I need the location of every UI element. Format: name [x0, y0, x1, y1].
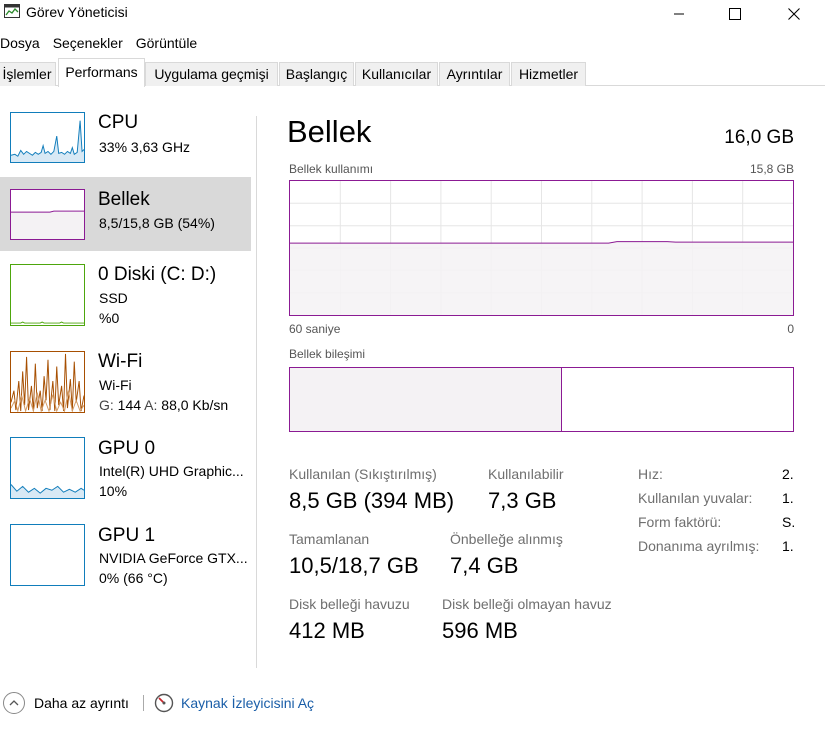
tab-startup[interactable]: Başlangıç	[279, 62, 354, 86]
gpu0-usage: 10%	[99, 483, 128, 499]
close-button[interactable]	[771, 0, 817, 28]
open-resource-monitor-link[interactable]: Kaynak İzleyicisini Aç	[181, 695, 314, 711]
memory-thumbnail-graph	[10, 189, 85, 240]
resource-monitor-icon	[154, 693, 174, 713]
memory-total: 16,0 GB	[724, 127, 794, 148]
maximize-button[interactable]	[712, 0, 758, 28]
cpu-thumbnail-graph	[10, 112, 85, 163]
sidebar-item-memory[interactable]: Bellek 8,5/15,8 GB (54%)	[0, 177, 251, 251]
in-use-value: 8,5 GB (394 MB)	[289, 488, 455, 513]
tab-users[interactable]: Kullanıcılar	[355, 62, 438, 86]
wifi-send-label: G:	[99, 397, 114, 413]
nonpaged-pool-label: Disk belleği olmayan havuz	[442, 596, 612, 612]
disk-title: 0 Diski (C: D:)	[98, 264, 217, 285]
usage-chart-time-left: 60 saniye	[289, 322, 341, 336]
disk-thumbnail-graph	[10, 264, 85, 326]
gpu0-title: GPU 0	[98, 438, 156, 459]
gpu1-usage: 0% (66 °C)	[99, 570, 168, 586]
slots-used-value: 1.	[782, 490, 794, 506]
sidebar-item-cpu[interactable]: CPU 33% 3,63 GHz	[0, 104, 251, 178]
memory-title: Bellek	[98, 189, 150, 210]
available-label: Kullanılabilir	[488, 466, 564, 482]
usage-chart-label: Bellek kullanımı	[289, 162, 374, 176]
sidebar-item-wifi[interactable]: Wi-Fi Wi-Fi G: 144 A: 88,0 Kb/sn	[0, 342, 251, 420]
footer-bar: Daha az ayrıntı Kaynak İzleyicisini Aç	[0, 688, 825, 718]
title-bar: Görev Yöneticisi	[0, 0, 825, 30]
page-title: Bellek	[287, 114, 372, 149]
gpu0-thumbnail-graph	[10, 437, 85, 499]
menu-bar: Dosya Seçenekler Görüntüle	[0, 32, 210, 54]
wifi-title: Wi-Fi	[98, 351, 143, 372]
sidebar-divider	[256, 116, 257, 668]
speed-value: 2.	[782, 466, 794, 482]
performance-sidebar: CPU 33% 3,63 GHz Bellek 8,5/15,8 GB (54%…	[0, 87, 256, 667]
wifi-send-value: 144	[117, 397, 142, 413]
slots-used-label: Kullanılan yuvalar:	[638, 490, 753, 506]
wifi-recv-label: A:	[144, 397, 158, 413]
composition-label: Bellek bileşimi	[289, 347, 366, 361]
wifi-adapter: Wi-Fi	[99, 377, 132, 393]
in-use-label: Kullanılan (Sıkıştırılmış)	[289, 466, 437, 482]
fewer-details-button[interactable]: Daha az ayrıntı	[34, 695, 129, 711]
tab-services[interactable]: Hizmetler	[511, 62, 586, 86]
memory-usage-area	[290, 241, 793, 315]
cached-value: 7,4 GB	[450, 553, 519, 578]
tab-performance[interactable]: Performans	[58, 58, 145, 87]
tab-processes[interactable]: İşlemler	[0, 62, 56, 86]
available-value: 7,3 GB	[488, 488, 557, 513]
menu-options[interactable]: Seçenekler	[53, 32, 123, 54]
minimize-icon	[674, 13, 684, 15]
composition-in-use-segment	[290, 368, 562, 431]
wifi-recv-value: 88,0 Kb/sn	[161, 397, 229, 413]
sidebar-item-disk[interactable]: 0 Diski (C: D:) SSD %0	[0, 254, 251, 332]
menu-file[interactable]: Dosya	[0, 32, 40, 54]
nonpaged-pool-value: 596 MB	[442, 618, 518, 643]
tab-strip: İşlemler Performans Uygulama geçmişi Baş…	[0, 58, 825, 87]
paged-pool-value: 412 MB	[289, 618, 365, 643]
tab-details[interactable]: Ayrıntılar	[439, 62, 510, 86]
sidebar-item-gpu0[interactable]: GPU 0 Intel(R) UHD Graphic... 10%	[0, 430, 251, 508]
memory-usage: 8,5/15,8 GB (54%)	[99, 215, 215, 231]
task-manager-icon	[4, 4, 20, 18]
memory-usage-plot	[290, 181, 793, 315]
committed-value: 10,5/18,7 GB	[289, 553, 419, 578]
usage-chart-time-right: 0	[787, 322, 794, 336]
memory-composition-bar	[289, 367, 794, 432]
hardware-reserved-value: 1.	[782, 538, 794, 554]
maximize-icon	[729, 8, 741, 20]
menu-view[interactable]: Görüntüle	[136, 32, 197, 54]
wifi-throughput: G: 144 A: 88,0 Kb/sn	[99, 397, 228, 413]
window-title: Görev Yöneticisi	[26, 4, 128, 20]
gpu0-model: Intel(R) UHD Graphic...	[99, 463, 244, 479]
gpu1-thumbnail-graph	[10, 524, 85, 586]
cpu-usage: 33% 3,63 GHz	[99, 139, 191, 155]
footer-separator	[143, 695, 144, 711]
chevron-up-icon[interactable]	[3, 692, 25, 714]
form-factor-label: Form faktörü:	[638, 514, 722, 530]
committed-label: Tamamlanan	[289, 531, 370, 547]
cpu-title: CPU	[98, 112, 139, 133]
disk-activity: %0	[99, 310, 120, 326]
tab-app-history[interactable]: Uygulama geçmişi	[145, 62, 278, 86]
gpu1-title: GPU 1	[98, 525, 156, 546]
memory-usage-chart	[289, 180, 794, 316]
sidebar-item-gpu1[interactable]: GPU 1 NVIDIA GeForce GTX... 0% (66 °C)	[0, 517, 251, 595]
close-icon	[788, 8, 800, 20]
hardware-reserved-label: Donanıma ayrılmış:	[638, 538, 760, 554]
paged-pool-label: Disk belleği havuzu	[289, 596, 410, 612]
usage-chart-max: 15,8 GB	[749, 162, 794, 176]
form-factor-value: S.	[782, 514, 796, 530]
minimize-button[interactable]	[656, 0, 702, 28]
cached-label: Önbelleğe alınmış	[450, 531, 563, 547]
wifi-thumbnail-graph	[10, 351, 85, 413]
speed-label: Hız:	[638, 466, 663, 482]
gpu1-model: NVIDIA GeForce GTX...	[99, 550, 248, 566]
disk-type: SSD	[99, 290, 128, 306]
